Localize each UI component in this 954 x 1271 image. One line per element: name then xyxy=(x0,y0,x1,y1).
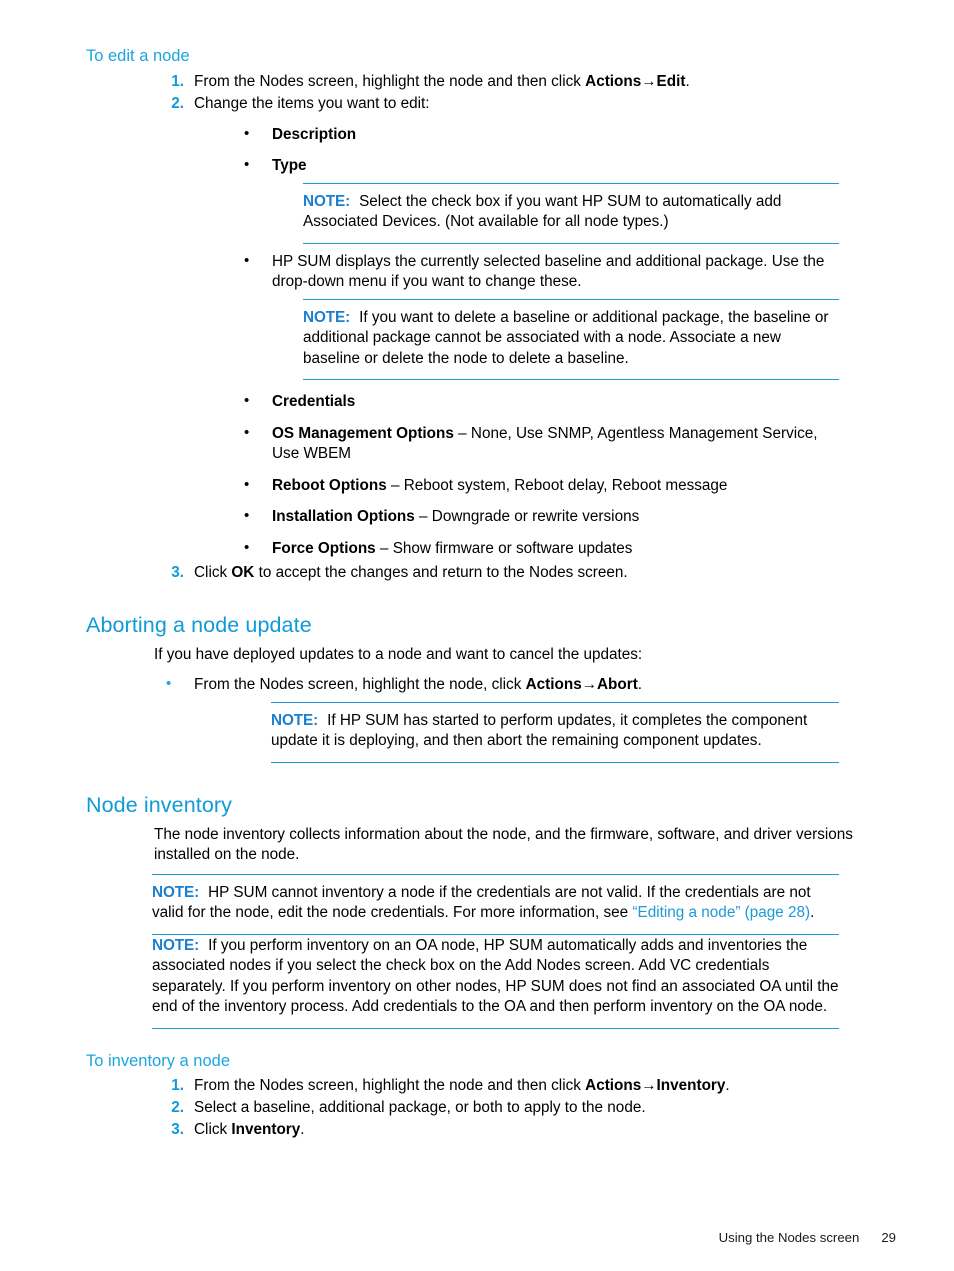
arrow-glyph: → xyxy=(581,676,597,694)
step-number: 3. xyxy=(171,1121,184,1139)
bullet-text-post: . xyxy=(637,676,643,694)
edit-node-steps: 1. From the Nodes screen, highlight the … xyxy=(86,71,896,114)
list-item: • Installation Options – Downgrade or re… xyxy=(236,507,896,528)
step-bold-inventory: Inventory xyxy=(231,1121,301,1139)
list-item: 2. Change the items you want to edit: xyxy=(154,93,896,114)
bullet-dot-icon: • xyxy=(244,124,250,142)
bullet-dot-icon: • xyxy=(244,423,250,441)
note-text: Select the check box if you want HP SUM … xyxy=(303,192,782,231)
step-text-pre: Click xyxy=(194,564,232,582)
edit-node-item-bullets: • Description • Type xyxy=(86,125,896,177)
note-type-checkbox: NOTE: Select the check box if you want HP… xyxy=(303,182,839,244)
step-text-post: . xyxy=(725,1077,730,1095)
bullet-bold-label: Type xyxy=(272,157,307,175)
bullet-dot-icon: • xyxy=(244,507,250,525)
bullet-dot-icon: • xyxy=(244,156,250,174)
heading-node-inventory: Node inventory xyxy=(86,792,233,817)
step-bold-inventory: Inventory xyxy=(656,1077,726,1095)
step-number: 2. xyxy=(171,94,184,112)
aborting-bullets: • From the Nodes screen, highlight the n… xyxy=(86,675,896,696)
step-text-post: to accept the changes and return to the … xyxy=(254,564,628,582)
bullet-dot-icon: • xyxy=(244,392,250,410)
edit-node-option-bullets: • Credentials • OS Management Options – … xyxy=(86,392,896,559)
step-text-pre: Click xyxy=(194,1121,232,1139)
note-label: NOTE: xyxy=(303,308,351,326)
step-number: 3. xyxy=(171,564,184,582)
step-bold-actions: Actions xyxy=(585,1077,642,1095)
step-number: 1. xyxy=(171,72,184,90)
bullet-bold-label: Credentials xyxy=(272,393,356,411)
document-page: To edit a node 1. From the Nodes screen,… xyxy=(0,0,954,1271)
aborting-intro-text: If you have deployed updates to a node a… xyxy=(154,645,643,663)
bullet-dot-icon: • xyxy=(244,251,250,269)
bullet-bold-label: Description xyxy=(272,125,357,143)
step-number: 2. xyxy=(171,1099,184,1117)
bullet-dot-icon: • xyxy=(244,538,250,556)
note-label: NOTE: xyxy=(303,192,351,210)
note-label: NOTE: xyxy=(152,936,200,954)
list-item: 3. Click OK to accept the changes and re… xyxy=(154,562,896,583)
step-text-pre: From the Nodes screen, highlight the nod… xyxy=(194,72,586,90)
list-item: • From the Nodes screen, highlight the n… xyxy=(158,675,896,696)
list-item: 2. Select a baseline, additional package… xyxy=(154,1097,896,1118)
step-text-post: . xyxy=(685,72,690,90)
list-item: 1. From the Nodes screen, highlight the … xyxy=(154,1075,896,1096)
list-item: • HP SUM displays the currently selected… xyxy=(236,252,834,293)
bullet-dot-icon: • xyxy=(166,675,172,693)
arrow-glyph: → xyxy=(641,72,657,90)
heading-to-inventory-a-node: To inventory a node xyxy=(86,1051,231,1070)
step-number: 1. xyxy=(171,1077,184,1095)
bullet-bold-actions: Actions xyxy=(525,676,582,694)
bullet-rest: – Show firmware or software updates xyxy=(375,539,633,557)
note-label: NOTE: xyxy=(152,883,200,901)
node-inventory-intro-text: The node inventory collects information … xyxy=(154,825,853,864)
list-item: • Credentials xyxy=(236,392,896,413)
list-item: 1. From the Nodes screen, highlight the … xyxy=(154,71,896,92)
step-text-pre: Change the items you want to edit: xyxy=(194,94,430,112)
note-delete-baseline: NOTE: If you want to delete a baseline or… xyxy=(303,298,839,381)
heading-to-edit-a-node: To edit a node xyxy=(86,47,190,65)
step-text-pre: From the Nodes screen, highlight the nod… xyxy=(194,1077,586,1095)
note-inventory-oa-node: NOTE: If you perform inventory on an OA n… xyxy=(152,927,839,1029)
bullet-bold-label: Installation Options xyxy=(272,508,415,526)
step-text-post: . xyxy=(300,1121,305,1139)
list-item: • Description xyxy=(236,125,896,146)
step-bold-actions: Actions xyxy=(585,72,642,90)
bullet-rest: HP SUM displays the currently selected b… xyxy=(272,252,825,291)
bullet-rest: – Reboot system, Reboot delay, Reboot me… xyxy=(386,476,728,494)
note-text: If HP SUM has started to perform updates… xyxy=(271,711,808,750)
footer-title: Using the Nodes screen xyxy=(718,1230,860,1245)
bullet-bold-label: Force Options xyxy=(272,539,376,557)
step-text-pre: Select a baseline, additional package, o… xyxy=(194,1099,646,1117)
note-inventory-credentials: NOTE: HP SUM cannot inventory a node if t… xyxy=(152,873,839,935)
note-label: NOTE: xyxy=(271,711,319,729)
note-text: If you perform inventory on an OA node, … xyxy=(152,936,839,1016)
footer-page-number: 29 xyxy=(881,1230,896,1245)
list-item: • Type xyxy=(236,156,896,177)
note-text: If you want to delete a baseline or addi… xyxy=(303,308,829,367)
note-text-after: . xyxy=(810,904,815,922)
link-editing-a-node[interactable]: “Editing a node” (page 28) xyxy=(632,904,810,921)
arrow-glyph: → xyxy=(641,1077,657,1095)
page-footer: Using the Nodes screen 29 xyxy=(86,1230,896,1245)
inventory-node-steps: 1. From the Nodes screen, highlight the … xyxy=(86,1075,896,1140)
list-item: • Force Options – Show firmware or softw… xyxy=(236,539,896,560)
list-item: • OS Management Options – None, Use SNMP… xyxy=(236,424,834,465)
list-item: 3. Click Inventory. xyxy=(154,1119,896,1140)
bullet-bold-label: OS Management Options xyxy=(272,424,454,442)
bullet-rest: – Downgrade or rewrite versions xyxy=(414,508,640,526)
bullet-bold-abort: Abort xyxy=(597,676,638,694)
heading-aborting-a-node-update: Aborting a node update xyxy=(86,613,312,638)
edit-node-steps-final: 3. Click OK to accept the changes and re… xyxy=(86,562,896,583)
bullet-dot-icon: • xyxy=(244,475,250,493)
bullet-bold-label: Reboot Options xyxy=(272,476,387,494)
note-abort-updates: NOTE: If HP SUM has started to perform up… xyxy=(271,701,839,763)
step-bold-edit: Edit xyxy=(656,72,686,90)
bullet-text-pre: From the Nodes screen, highlight the nod… xyxy=(194,676,526,694)
edit-node-baseline-bullet: • HP SUM displays the currently selected… xyxy=(86,252,896,293)
step-bold-ok: OK xyxy=(231,564,255,582)
list-item: • Reboot Options – Reboot system, Reboot… xyxy=(236,476,896,497)
